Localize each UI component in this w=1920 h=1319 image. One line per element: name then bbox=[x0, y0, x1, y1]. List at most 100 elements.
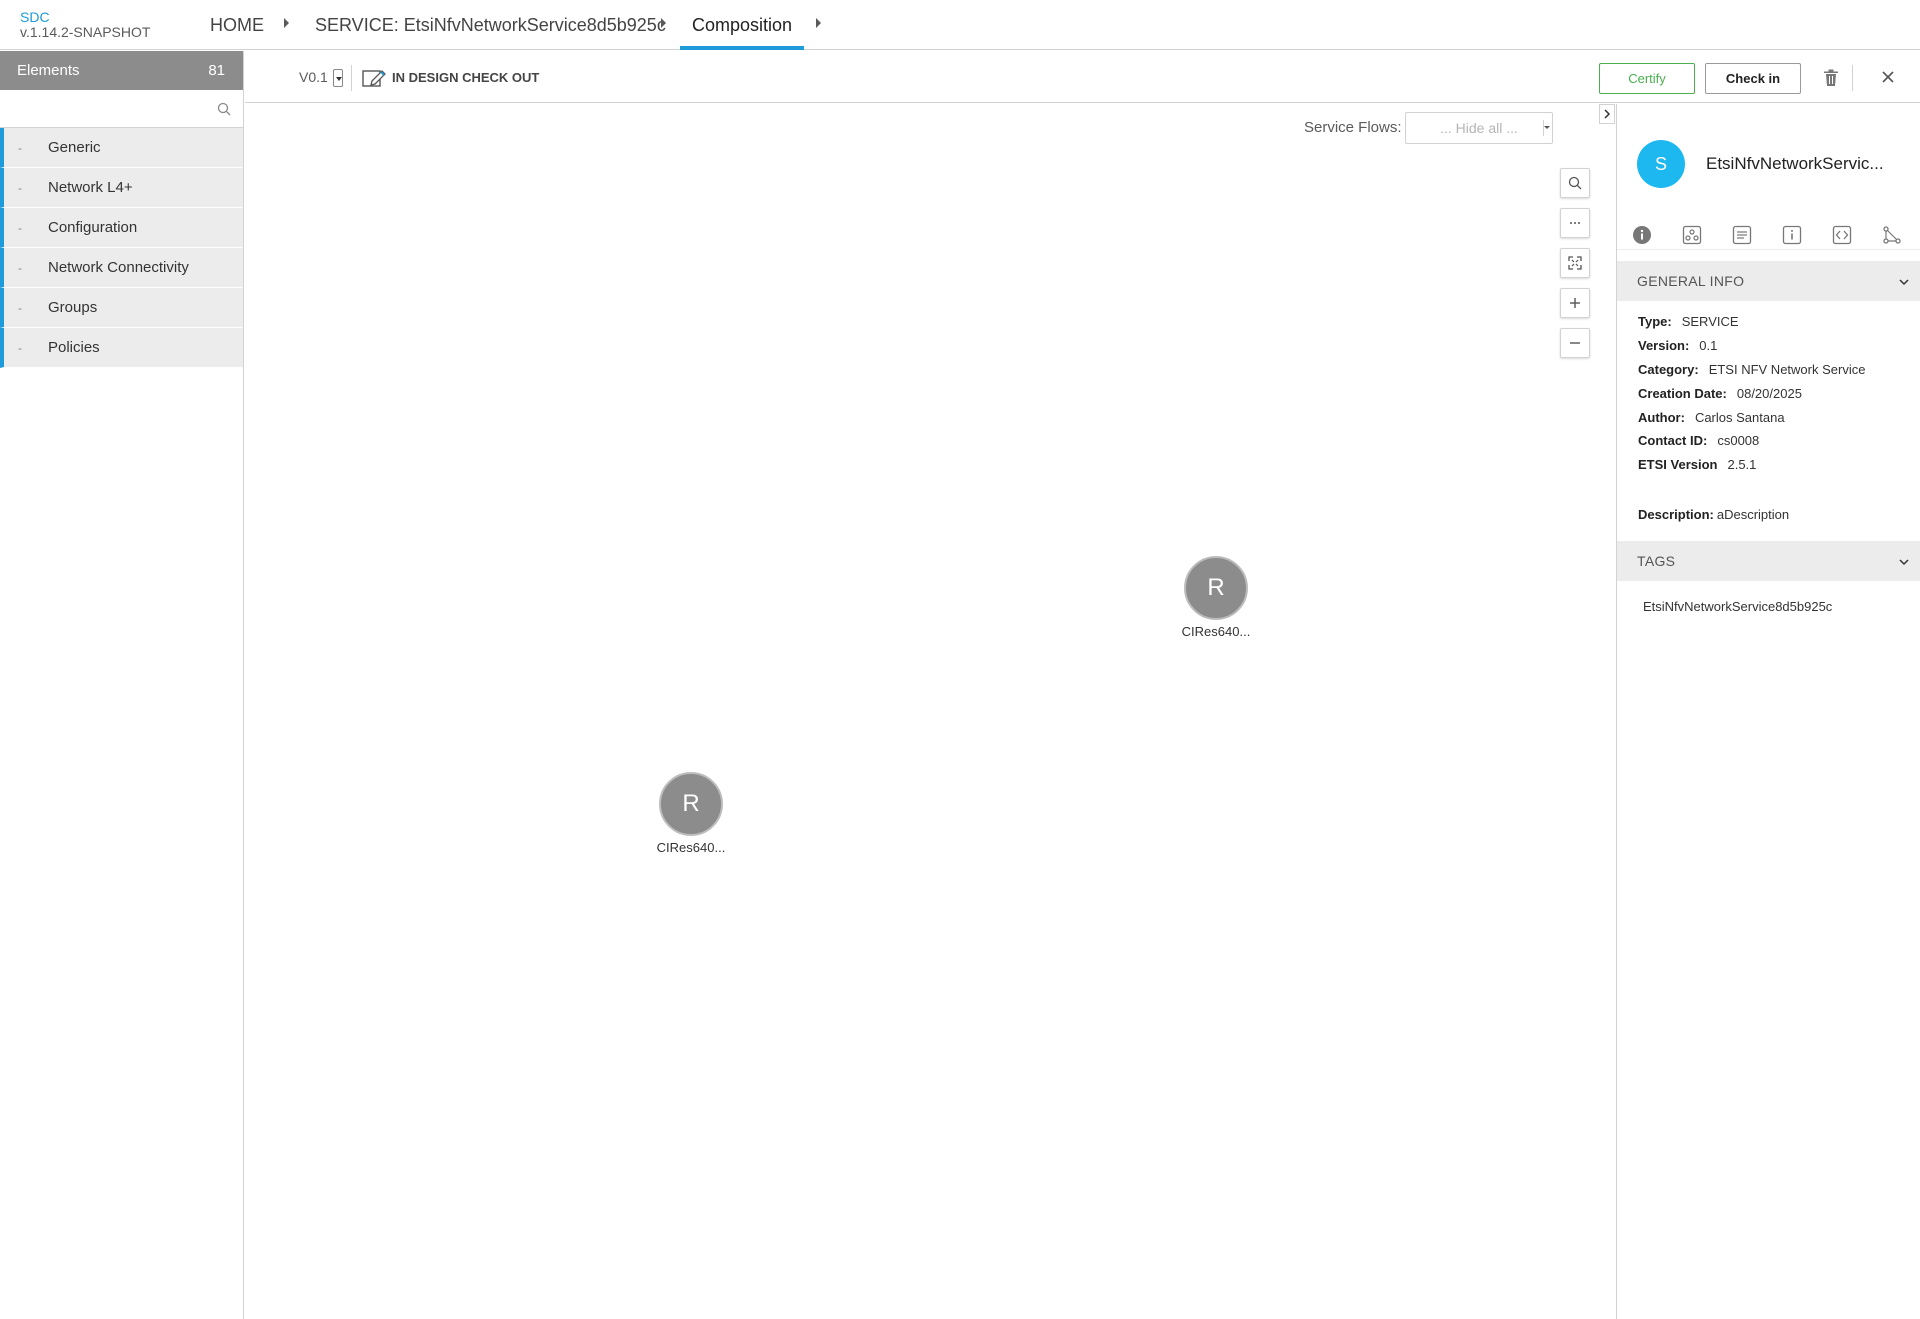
info-value: cs0008 bbox=[1717, 433, 1760, 448]
canvas-node[interactable]: R CIRes640... bbox=[646, 772, 736, 855]
service-flows-value: ... Hide all ... bbox=[1440, 120, 1518, 136]
info-icon bbox=[1633, 226, 1651, 244]
chevron-down-icon bbox=[1543, 120, 1550, 136]
info-label: Description: bbox=[1638, 507, 1714, 522]
palette-category-policies[interactable]: - Policies bbox=[0, 328, 243, 368]
info-label: Type: bbox=[1638, 314, 1672, 329]
tags-header[interactable]: TAGS bbox=[1617, 541, 1920, 581]
relations-icon bbox=[1883, 226, 1901, 244]
check-in-button[interactable]: Check in bbox=[1705, 63, 1801, 94]
close-icon[interactable] bbox=[1881, 70, 1895, 84]
info-value: ETSI NFV Network Service bbox=[1708, 362, 1866, 377]
fit-to-screen-button[interactable] bbox=[1560, 248, 1590, 278]
collapse-dash-icon: - bbox=[18, 341, 22, 355]
collapse-dash-icon: - bbox=[18, 261, 22, 275]
trash-icon[interactable] bbox=[1823, 69, 1839, 87]
properties-icon bbox=[1782, 225, 1802, 245]
general-info-header[interactable]: GENERAL INFO bbox=[1617, 261, 1920, 301]
collapse-dash-icon: - bbox=[18, 301, 22, 315]
info-label: Author: bbox=[1638, 410, 1685, 425]
general-info-title: GENERAL INFO bbox=[1637, 273, 1745, 289]
chevron-right-icon bbox=[1604, 109, 1611, 119]
collapse-panel-button[interactable] bbox=[1599, 104, 1615, 124]
palette-category-network-connectivity[interactable]: - Network Connectivity bbox=[0, 248, 243, 288]
palette-category-label: Generic bbox=[48, 139, 101, 156]
info-value: SERVICE bbox=[1681, 314, 1739, 329]
info-version: Version: 0.1 bbox=[1638, 338, 1717, 353]
deployment-icon bbox=[1732, 225, 1752, 245]
tag-item: EtsiNfvNetworkService8d5b925c bbox=[1643, 599, 1833, 614]
info-value: aDescription bbox=[1716, 507, 1790, 522]
info-label: Creation Date: bbox=[1638, 386, 1727, 401]
palette-category-configuration[interactable]: - Configuration bbox=[0, 208, 243, 248]
tags-title: TAGS bbox=[1637, 553, 1676, 569]
certify-button[interactable]: Certify bbox=[1599, 63, 1695, 94]
info-category: Category: ETSI NFV Network Service bbox=[1638, 362, 1865, 377]
tab-relations[interactable] bbox=[1867, 218, 1917, 250]
details-panel: S EtsiNfvNetworkServic... GENERAL INFO T… bbox=[1616, 104, 1920, 1319]
collapse-dash-icon: - bbox=[18, 141, 22, 155]
collapse-dash-icon: - bbox=[18, 181, 22, 195]
chevron-down-icon bbox=[1899, 279, 1909, 286]
info-label: Version: bbox=[1638, 338, 1690, 353]
version-select[interactable]: V0.1 bbox=[299, 69, 328, 85]
tab-properties[interactable] bbox=[1767, 218, 1817, 250]
palette-header: Elements 81 bbox=[0, 51, 243, 90]
canvas-node[interactable]: R CIRes640... bbox=[1171, 556, 1261, 639]
elements-palette: Elements 81 - Generic - Network L4+ - Co… bbox=[0, 51, 244, 1319]
info-label: Category: bbox=[1638, 362, 1699, 377]
node-icon[interactable]: R bbox=[659, 772, 723, 836]
info-author: Author: Carlos Santana bbox=[1638, 410, 1785, 425]
search-icon[interactable] bbox=[217, 102, 231, 116]
info-type: Type: SERVICE bbox=[1638, 314, 1739, 329]
tab-deployment-artifacts[interactable] bbox=[1717, 218, 1767, 250]
version-dropdown-icon[interactable] bbox=[333, 69, 343, 87]
breadcrumb-arrow-icon[interactable] bbox=[816, 18, 821, 28]
info-value: 2.5.1 bbox=[1727, 457, 1757, 472]
zoom-search-button[interactable] bbox=[1560, 168, 1590, 198]
collapse-dash-icon: - bbox=[18, 221, 22, 235]
palette-search-input[interactable] bbox=[0, 90, 243, 127]
palette-category-generic[interactable]: - Generic bbox=[0, 128, 243, 168]
node-label: CIRes640... bbox=[656, 840, 726, 855]
divider bbox=[1852, 65, 1853, 91]
info-etsi-version: ETSI Version 2.5.1 bbox=[1638, 457, 1756, 472]
service-flows-select[interactable]: ... Hide all ... bbox=[1405, 112, 1553, 144]
tab-general-info[interactable] bbox=[1617, 218, 1667, 250]
palette-title: Elements bbox=[17, 62, 80, 79]
lifecycle-status: IN DESIGN CHECK OUT bbox=[392, 70, 540, 85]
design-status-icon bbox=[362, 70, 386, 87]
zoom-out-button[interactable] bbox=[1560, 328, 1590, 358]
breadcrumb-arrow-icon[interactable] bbox=[661, 18, 666, 28]
tab-api[interactable] bbox=[1817, 218, 1867, 250]
brand[interactable]: SDC v.1.14.2-SNAPSHOT bbox=[20, 10, 150, 40]
composition-canvas[interactable]: Service Flows: ... Hide all ... R CIRes6… bbox=[245, 104, 1615, 1319]
node-icon[interactable]: R bbox=[1184, 556, 1248, 620]
workspace-toolbar: V0.1 IN DESIGN CHECK OUT Certify Check i… bbox=[245, 51, 1920, 103]
palette-category-label: Network L4+ bbox=[48, 179, 133, 196]
palette-search bbox=[0, 90, 243, 128]
info-value: 0.1 bbox=[1699, 338, 1718, 353]
breadcrumb-arrow-icon[interactable] bbox=[284, 18, 289, 28]
service-name: EtsiNfvNetworkServic... bbox=[1706, 154, 1884, 173]
divider bbox=[351, 65, 352, 91]
breadcrumb-service[interactable]: SERVICE: EtsiNfvNetworkService8d5b925c bbox=[315, 0, 666, 50]
info-contact-id: Contact ID: cs0008 bbox=[1638, 433, 1759, 448]
zoom-in-button[interactable] bbox=[1560, 288, 1590, 318]
api-icon bbox=[1832, 225, 1852, 245]
app-name: SDC bbox=[20, 9, 50, 25]
breadcrumb-composition[interactable]: Composition bbox=[679, 0, 805, 50]
tab-composition[interactable] bbox=[1667, 218, 1717, 250]
info-value: 08/20/2025 bbox=[1736, 386, 1802, 401]
search-icon bbox=[1568, 176, 1582, 190]
info-label: Contact ID: bbox=[1638, 433, 1708, 448]
palette-category-groups[interactable]: - Groups bbox=[0, 288, 243, 328]
breadcrumb-home[interactable]: HOME bbox=[210, 0, 264, 50]
more-options-button[interactable] bbox=[1560, 208, 1590, 238]
app-version: v.1.14.2-SNAPSHOT bbox=[20, 24, 151, 40]
palette-category-label: Network Connectivity bbox=[48, 259, 189, 276]
top-nav-bar: SDC v.1.14.2-SNAPSHOT HOME SERVICE: Etsi… bbox=[0, 0, 1920, 50]
fit-icon bbox=[1568, 256, 1582, 270]
info-value: Carlos Santana bbox=[1694, 410, 1785, 425]
palette-category-network-l4[interactable]: - Network L4+ bbox=[0, 168, 243, 208]
